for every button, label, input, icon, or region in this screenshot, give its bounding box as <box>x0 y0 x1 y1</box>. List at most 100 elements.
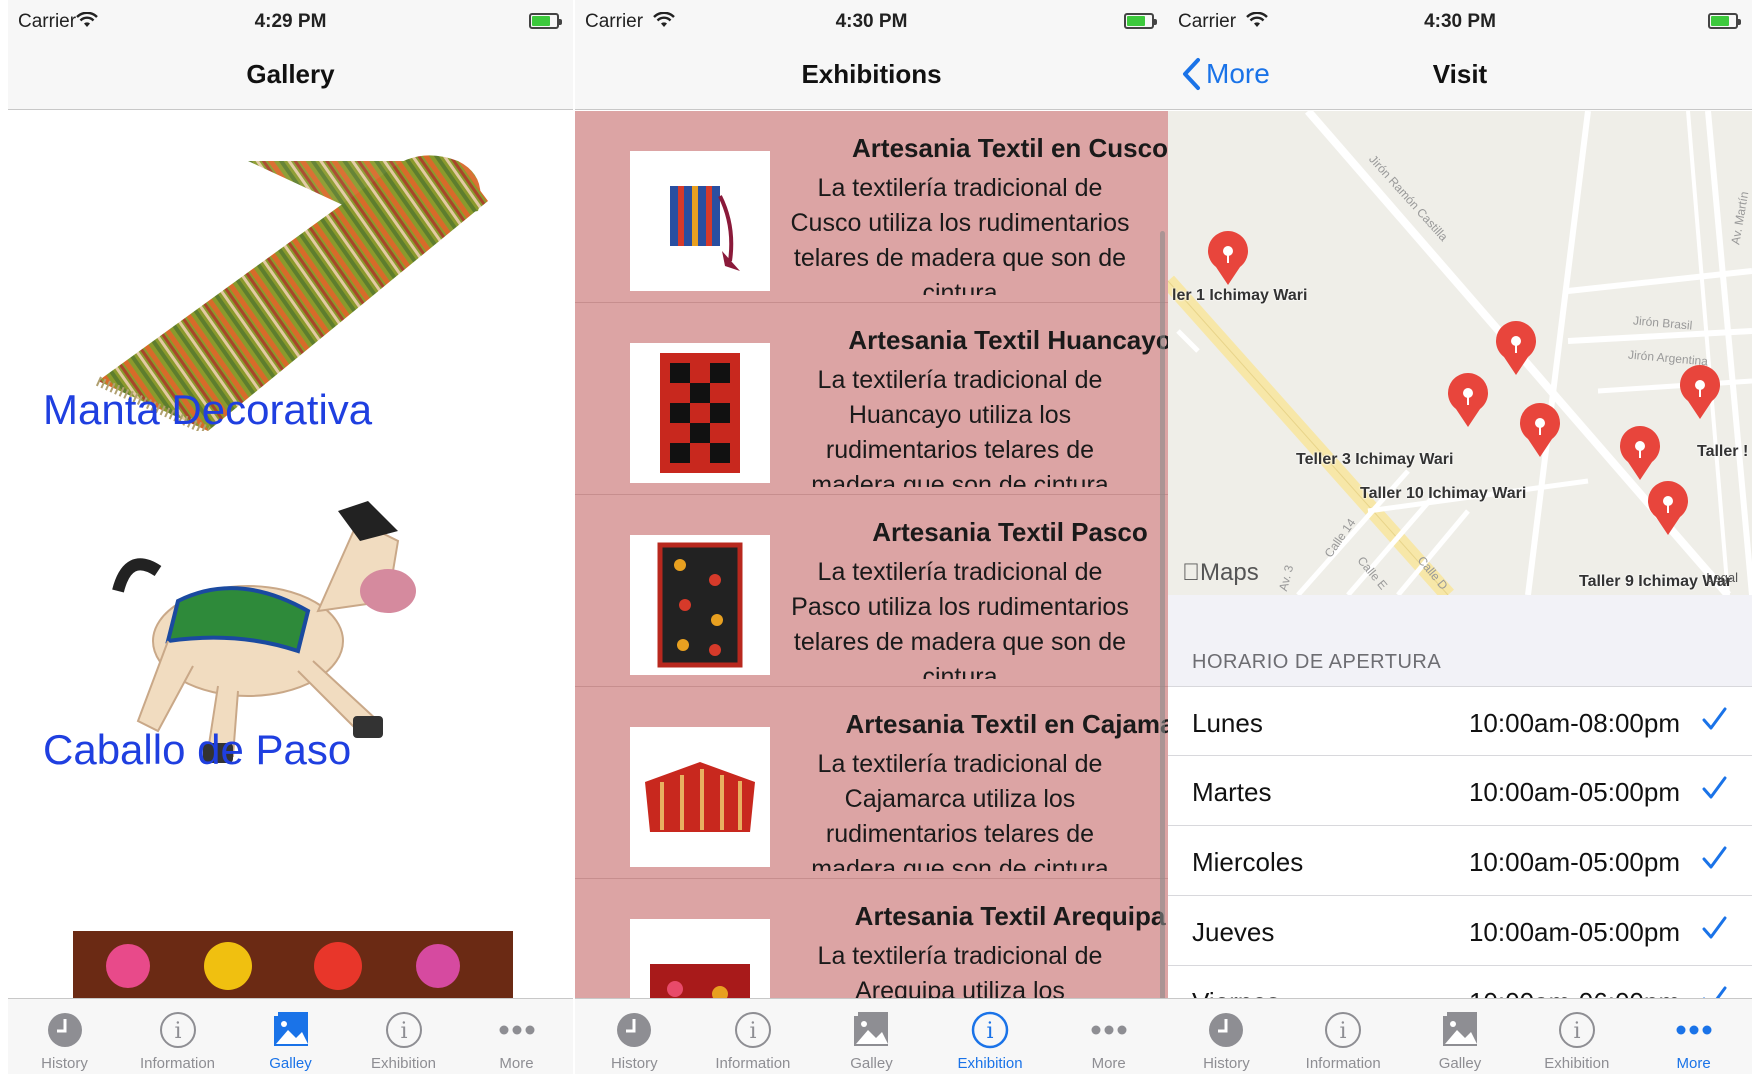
exhibition-description: La textilería tradicional de Cusco utili… <box>790 174 1130 295</box>
pin-label: Taller 10 Ichimay Wari <box>1360 485 1527 502</box>
exhibition-title: Artesania Textil Arequipa <box>854 901 1166 931</box>
map-pin-icon[interactable] <box>1646 481 1690 537</box>
exhibition-row[interactable]: Artesania Textil en Cusco La textilería … <box>575 111 1168 303</box>
section-header: HORARIO DE APERTURA <box>1192 651 1442 673</box>
status-time: 4:29 PM <box>254 11 327 32</box>
map-pin-icon[interactable] <box>1494 321 1538 377</box>
exhibition-title: Artesania Textil Pasco <box>872 517 1148 547</box>
map-pin-icon[interactable] <box>1678 365 1722 421</box>
exhibition-title: Artesania Textil en Cajama <box>845 709 1169 739</box>
status-time: 4:30 PM <box>835 11 908 32</box>
checkmark-icon <box>1702 776 1727 799</box>
pin-label: ler 1 Ichimay Wari <box>1172 287 1308 304</box>
page-title: Gallery <box>246 59 335 89</box>
tab-label: History <box>610 1055 658 1072</box>
exhibition-description: La textilería tradicional de Arequipa ut… <box>817 942 1103 998</box>
svg-text:i: i <box>1340 1019 1347 1044</box>
exhibition-row[interactable]: Artesania Textil en Cajama La textilería… <box>575 687 1168 879</box>
tab-more[interactable]: More <box>460 999 573 1074</box>
map-pin-icon[interactable] <box>1446 373 1490 429</box>
tab-label: Information <box>715 1055 791 1072</box>
gallery-item[interactable]: Caballo de Paso <box>8 481 573 811</box>
hours-row[interactable]: Lunes 10:00am-08:00pm <box>1168 686 1752 756</box>
exhibition-row[interactable]: Artesania Textil Huancayo La textilería … <box>575 303 1168 495</box>
embroidered-cloth-image <box>73 931 513 998</box>
tab-history[interactable]: History <box>575 999 694 1074</box>
navigation-bar: Gallery <box>8 44 573 110</box>
screenshot-composite: Carrier 4:29 PM Gallery Manta Decorativa… <box>0 0 1755 1074</box>
exhibitions-list[interactable]: Artesania Textil en Cusco La textilería … <box>575 111 1168 998</box>
tab-exhibition[interactable]: i Exhibition <box>347 999 460 1074</box>
hours-row[interactable]: Martes 10:00am-05:00pm <box>1168 756 1752 826</box>
more-icon <box>1091 1025 1127 1035</box>
tab-information[interactable]: i Information <box>1285 999 1402 1074</box>
exhibition-row[interactable]: Artesania Textil Arequipa La textilería … <box>575 879 1168 998</box>
tab-bar: History i Information Galley i Exhibitio… <box>1168 998 1752 1074</box>
gallery-caption: Caballo de Paso <box>43 726 352 773</box>
info-icon: i <box>971 1011 1009 1049</box>
checkmark-icon <box>1702 707 1727 730</box>
tab-label: More <box>499 1055 534 1072</box>
tab-more[interactable]: More <box>1635 999 1752 1074</box>
gallery-list[interactable]: Manta Decorativa Caballo de Paso <box>8 111 573 998</box>
maps-logo-text: Maps <box>1182 559 1259 586</box>
tab-galley[interactable]: Galley <box>1402 999 1519 1074</box>
tab-galley[interactable]: Galley <box>812 999 931 1074</box>
tab-galley[interactable]: Galley <box>234 999 347 1074</box>
exhibition-description: La textilería tradicional de Pasco utili… <box>791 558 1129 679</box>
exhibition-thumbnail <box>630 151 770 291</box>
tab-label: Information <box>139 1055 216 1072</box>
exhibitions-screen: Carrier 4:30 PM Exhibitions Artesania Te… <box>575 0 1168 1074</box>
more-icon <box>499 1025 534 1035</box>
exhibition-description: La textilería tradicional de Cajamarca u… <box>811 750 1109 871</box>
page-title: Exhibitions <box>801 59 942 89</box>
clock-icon <box>47 1013 82 1047</box>
red-embroidered-image <box>650 964 750 998</box>
exhibition-thumbnail <box>630 727 770 867</box>
status-time: 4:30 PM <box>1424 11 1496 32</box>
gallery-item[interactable] <box>8 811 573 998</box>
hours-value: 10:00am-06:00pm <box>1469 987 1680 998</box>
tab-exhibition[interactable]: i Exhibition <box>931 999 1050 1074</box>
tab-information[interactable]: i Information <box>121 999 234 1074</box>
floral-textile-image <box>657 542 743 668</box>
tab-history[interactable]: History <box>1168 999 1285 1074</box>
info-icon: i <box>385 1012 422 1048</box>
battery-icon <box>1708 13 1741 29</box>
pin-label: Taller ! <box>1697 443 1749 460</box>
tab-more[interactable]: More <box>1049 999 1168 1074</box>
tab-bar: History i Information Galley i Exhibitio… <box>575 998 1168 1074</box>
map-pin-icon[interactable] <box>1206 231 1250 287</box>
legal-link[interactable]: Legal <box>1706 570 1738 585</box>
photos-icon <box>1442 1012 1477 1046</box>
pin-label: Teller 3 Ichimay Wari <box>1296 451 1454 468</box>
tab-exhibition[interactable]: i Exhibition <box>1518 999 1635 1074</box>
tab-bar: History i Information Galley i Exhibitio… <box>8 998 573 1074</box>
day-label: Martes <box>1192 777 1272 807</box>
exhibition-thumbnail <box>630 535 770 675</box>
tab-label: Exhibition <box>1544 1055 1610 1072</box>
navigation-bar: Exhibitions <box>575 44 1168 110</box>
info-icon: i <box>1558 1012 1595 1048</box>
info-icon: i <box>734 1012 771 1048</box>
navigation-bar: More Visit <box>1168 44 1752 110</box>
gallery-item[interactable]: Manta Decorativa <box>8 111 573 481</box>
visit-screen: Carrier 4:30 PM More Visit Jirón Ramón C… <box>1168 0 1752 1074</box>
checkered-textile-image <box>660 353 740 473</box>
hours-row[interactable]: Viernes 10:00am-06:00pm <box>1168 966 1752 998</box>
apple-logo-icon:  <box>1182 559 1200 586</box>
tab-information[interactable]: i Information <box>694 999 813 1074</box>
map-view[interactable]: Jirón Ramón Castilla Jirón Brasil Jirón … <box>1168 111 1752 595</box>
exhibition-row[interactable]: Artesania Textil Pasco La textilería tra… <box>575 495 1168 687</box>
svg-text:i: i <box>1573 1019 1580 1044</box>
hours-value: 10:00am-08:00pm <box>1468 708 1680 738</box>
svg-text:i: i <box>987 1019 994 1044</box>
tab-history[interactable]: History <box>8 999 121 1074</box>
exhibition-thumbnail <box>630 343 770 483</box>
woven-bag-image <box>670 186 740 271</box>
map-pin-icon[interactable] <box>1518 403 1562 459</box>
map-pin-icon[interactable] <box>1618 426 1662 482</box>
hours-row[interactable]: Miercoles 10:00am-05:00pm <box>1168 826 1752 896</box>
clock-icon <box>1209 1013 1244 1047</box>
hours-row[interactable]: Jueves 10:00am-05:00pm <box>1168 896 1752 966</box>
